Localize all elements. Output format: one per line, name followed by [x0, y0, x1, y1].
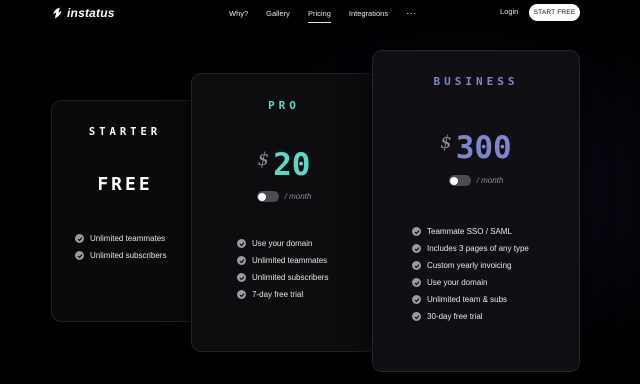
toggle-knob	[450, 176, 459, 185]
login-link[interactable]: Login	[500, 7, 518, 16]
check-icon	[412, 244, 421, 253]
billing-period-toggle[interactable]	[448, 175, 471, 186]
feature-list: Teammate SSO / SAML Includes 3 pages of …	[412, 223, 529, 325]
currency-symbol: $	[440, 132, 452, 153]
feature-label: Unlimited teammates	[252, 256, 328, 265]
check-icon	[412, 312, 421, 321]
plan-card-starter: STARTER FREE Unlimited teammates Unlimit…	[51, 100, 199, 322]
brand-name: instatus	[67, 6, 115, 20]
brand-logo[interactable]: instatus	[52, 4, 115, 22]
feature-label: Unlimited team & subs	[427, 295, 508, 304]
plan-card-pro: PRO $ 20 / month Use your domain Unlimit…	[191, 73, 377, 352]
feature-label: 7-day free trial	[252, 290, 304, 299]
billing-period-label: / month	[284, 192, 312, 201]
feature-item: Unlimited subscribers	[237, 269, 328, 286]
feature-list: Unlimited teammates Unlimited subscriber…	[75, 230, 166, 264]
feature-item: Unlimited teammates	[237, 252, 328, 269]
feature-item: Use your domain	[412, 274, 529, 291]
check-icon	[412, 227, 421, 236]
plan-price: FREE	[97, 174, 153, 195]
feature-item: Unlimited team & subs	[412, 291, 529, 308]
plan-card-business: BUSINESS $ 300 / month Teammate SSO / SA…	[372, 50, 580, 372]
billing-period-toggle[interactable]	[256, 191, 279, 202]
check-icon	[412, 295, 421, 304]
feature-item: 7-day free trial	[237, 286, 328, 303]
feature-item: Unlimited teammates	[75, 230, 166, 247]
feature-label: Unlimited subscribers	[90, 251, 167, 260]
feature-label: 30-day free trial	[427, 312, 483, 321]
check-icon	[237, 273, 246, 282]
check-icon	[412, 278, 421, 287]
feature-label: Use your domain	[252, 239, 313, 248]
nav-link-why[interactable]: Why?	[220, 9, 257, 18]
billing-toggle-row: / month	[192, 191, 376, 202]
plan-name: STARTER	[88, 126, 162, 138]
plan-name: BUSINESS	[433, 75, 519, 88]
nav-link-gallery[interactable]: Gallery	[257, 9, 299, 18]
feature-label: Includes 3 pages of any type	[427, 244, 529, 253]
currency-symbol: $	[257, 149, 270, 170]
check-icon	[412, 261, 421, 270]
check-icon	[75, 234, 84, 243]
check-icon	[237, 256, 246, 265]
feature-list: Use your domain Unlimited teammates Unli…	[237, 235, 328, 303]
nav-link-pricing[interactable]: Pricing	[299, 9, 340, 23]
billing-toggle-row: / month	[373, 175, 579, 186]
plan-name: PRO	[268, 99, 300, 112]
feature-item: Use your domain	[237, 235, 328, 252]
top-nav: instatus Why? Gallery Pricing Integratio…	[0, 0, 640, 26]
check-icon	[75, 251, 84, 260]
price-amount: 20	[273, 147, 311, 183]
feature-item: Includes 3 pages of any type	[412, 240, 529, 257]
price-amount: 300	[455, 130, 512, 166]
feature-label: Unlimited teammates	[90, 234, 166, 243]
feature-item: Teammate SSO / SAML	[412, 223, 529, 240]
feature-label: Custom yearly invoicing	[427, 261, 512, 270]
billing-period-label: / month	[476, 176, 504, 185]
start-free-button[interactable]: START FREE	[529, 4, 580, 21]
more-menu-icon[interactable]: ···	[397, 8, 426, 18]
check-icon	[237, 239, 246, 248]
feature-label: Unlimited subscribers	[252, 273, 329, 282]
bolt-leaf-icon	[52, 7, 63, 19]
feature-item: Custom yearly invoicing	[412, 257, 529, 274]
toggle-knob	[258, 192, 267, 201]
feature-label: Teammate SSO / SAML	[427, 227, 512, 236]
feature-item: Unlimited subscribers	[75, 247, 166, 264]
main-nav: Why? Gallery Pricing Integrations ···	[220, 0, 426, 26]
check-icon	[237, 290, 246, 299]
plan-price: $ 20	[192, 147, 376, 183]
feature-label: Use your domain	[427, 278, 488, 287]
feature-item: 30-day free trial	[412, 308, 529, 325]
plan-price: $ 300	[373, 130, 579, 166]
nav-link-integrations[interactable]: Integrations	[340, 9, 397, 18]
